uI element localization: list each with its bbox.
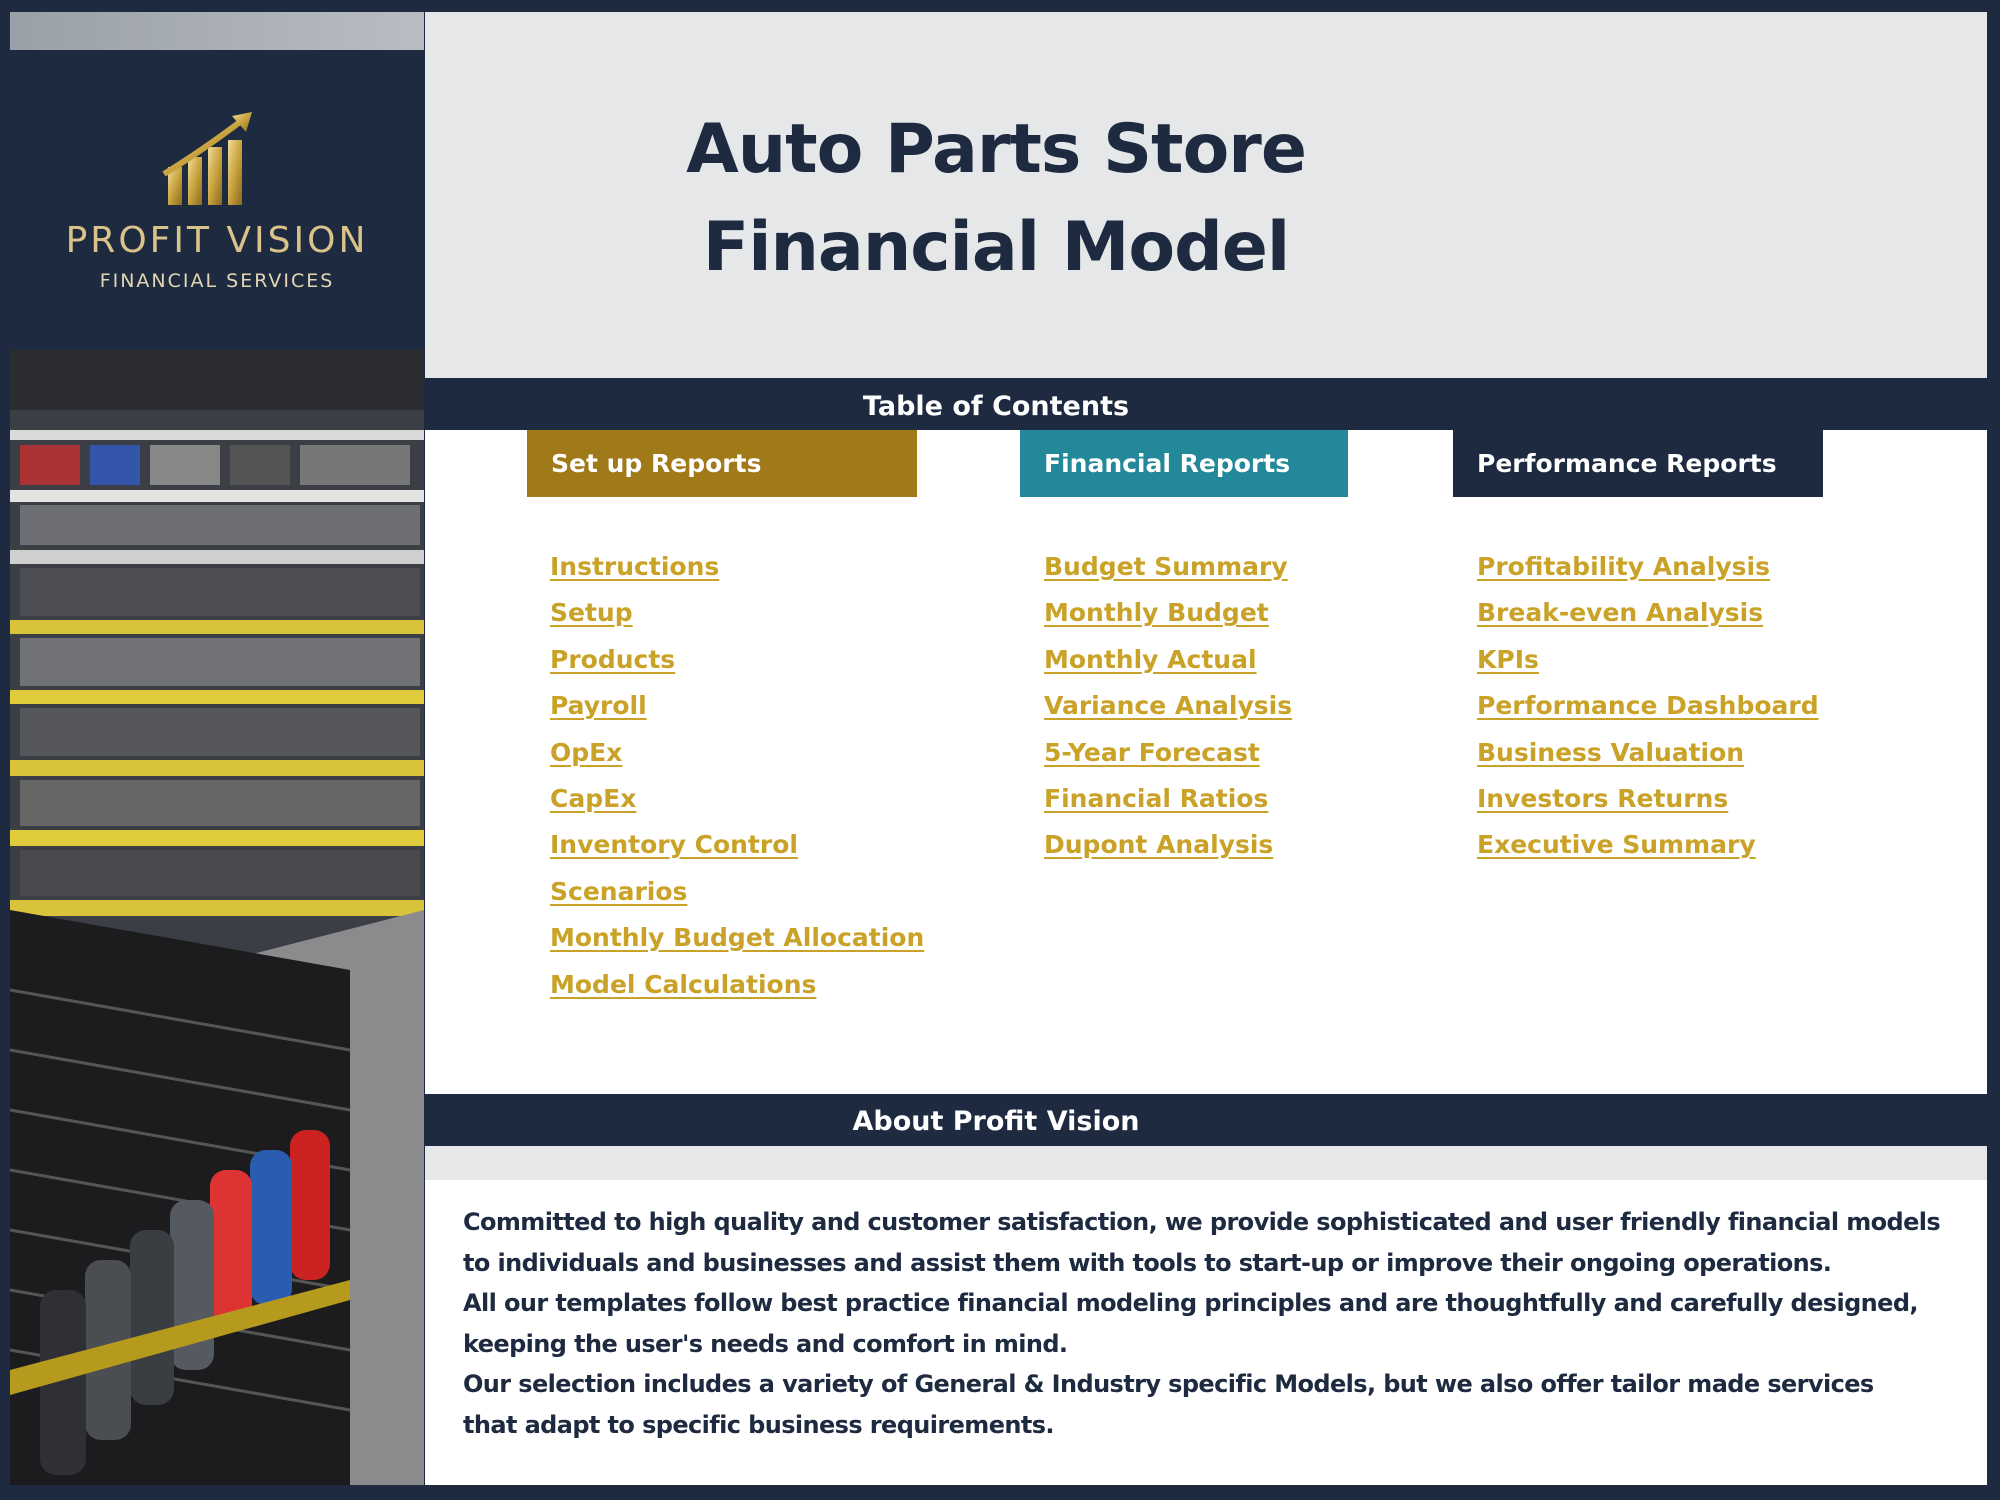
- performance-reports-header: Performance Reports: [1453, 430, 1823, 497]
- about-line: Our selection includes a variety of Gene…: [463, 1370, 1874, 1399]
- performance-reports-links: Profitability Analysis Break-even Analys…: [1477, 552, 1819, 877]
- page-subtitle: Financial Model: [702, 208, 1290, 287]
- link-business-valuation[interactable]: Business Valuation: [1477, 738, 1744, 767]
- link-model-calculations[interactable]: Model Calculations: [550, 970, 816, 999]
- link-instructions[interactable]: Instructions: [550, 552, 719, 581]
- link-setup[interactable]: Setup: [550, 598, 633, 627]
- link-executive-summary[interactable]: Executive Summary: [1477, 830, 1756, 859]
- about-section: Committed to high quality and customer s…: [425, 1146, 1987, 1485]
- about-line: All our templates follow best practice f…: [463, 1289, 1919, 1318]
- about-heading: About Profit Vision: [852, 1106, 1140, 1137]
- link-kpis[interactable]: KPIs: [1477, 645, 1539, 674]
- setup-reports-header: Set up Reports: [527, 430, 917, 497]
- link-5-year-forecast[interactable]: 5-Year Forecast: [1044, 738, 1260, 767]
- link-monthly-budget[interactable]: Monthly Budget: [1044, 598, 1269, 627]
- link-inventory-control[interactable]: Inventory Control: [550, 830, 798, 859]
- top-strip: [10, 12, 424, 50]
- brand-logo-block: PROFIT VISION FINANCIAL SERVICES: [10, 50, 424, 350]
- about-text: Committed to high quality and customer s…: [463, 1202, 1943, 1446]
- link-break-even-analysis[interactable]: Break-even Analysis: [1477, 598, 1763, 627]
- link-payroll[interactable]: Payroll: [550, 691, 647, 720]
- about-line: keeping the user's needs and comfort in …: [463, 1329, 1068, 1358]
- link-investors-returns[interactable]: Investors Returns: [1477, 784, 1728, 813]
- financial-reports-links: Budget Summary Monthly Budget Monthly Ac…: [1044, 552, 1292, 877]
- link-opex[interactable]: OpEx: [550, 738, 622, 767]
- title-area: Auto Parts Store Financial Model: [425, 12, 1987, 378]
- store-photo: [10, 350, 424, 1485]
- link-products[interactable]: Products: [550, 645, 675, 674]
- link-capex[interactable]: CapEx: [550, 784, 636, 813]
- link-dupont-analysis[interactable]: Dupont Analysis: [1044, 830, 1273, 859]
- setup-reports-links: Instructions Setup Products Payroll OpEx…: [550, 552, 924, 1016]
- about-line: that adapt to specific business requirem…: [463, 1410, 1055, 1439]
- about-header-bar: About Profit Vision: [425, 1094, 1987, 1146]
- link-financial-ratios[interactable]: Financial Ratios: [1044, 784, 1268, 813]
- toc-header-bar: Table of Contents: [425, 378, 1987, 430]
- link-monthly-actual[interactable]: Monthly Actual: [1044, 645, 1257, 674]
- link-variance-analysis[interactable]: Variance Analysis: [1044, 691, 1292, 720]
- link-budget-summary[interactable]: Budget Summary: [1044, 552, 1288, 581]
- link-monthly-budget-allocation[interactable]: Monthly Budget Allocation: [550, 923, 924, 952]
- table-of-contents: Set up Reports Financial Reports Perform…: [425, 430, 1987, 1094]
- about-line: Committed to high quality and customer s…: [463, 1208, 1941, 1236]
- about-divider-strip: [425, 1146, 1987, 1180]
- toc-heading: Table of Contents: [862, 391, 1130, 422]
- page-title: Auto Parts Store: [686, 110, 1307, 189]
- link-performance-dashboard[interactable]: Performance Dashboard: [1477, 691, 1819, 720]
- about-line: to individuals and businesses and assist…: [463, 1248, 1832, 1277]
- financial-reports-header: Financial Reports: [1020, 430, 1348, 497]
- link-profitability-analysis[interactable]: Profitability Analysis: [1477, 552, 1770, 581]
- link-scenarios[interactable]: Scenarios: [550, 877, 687, 906]
